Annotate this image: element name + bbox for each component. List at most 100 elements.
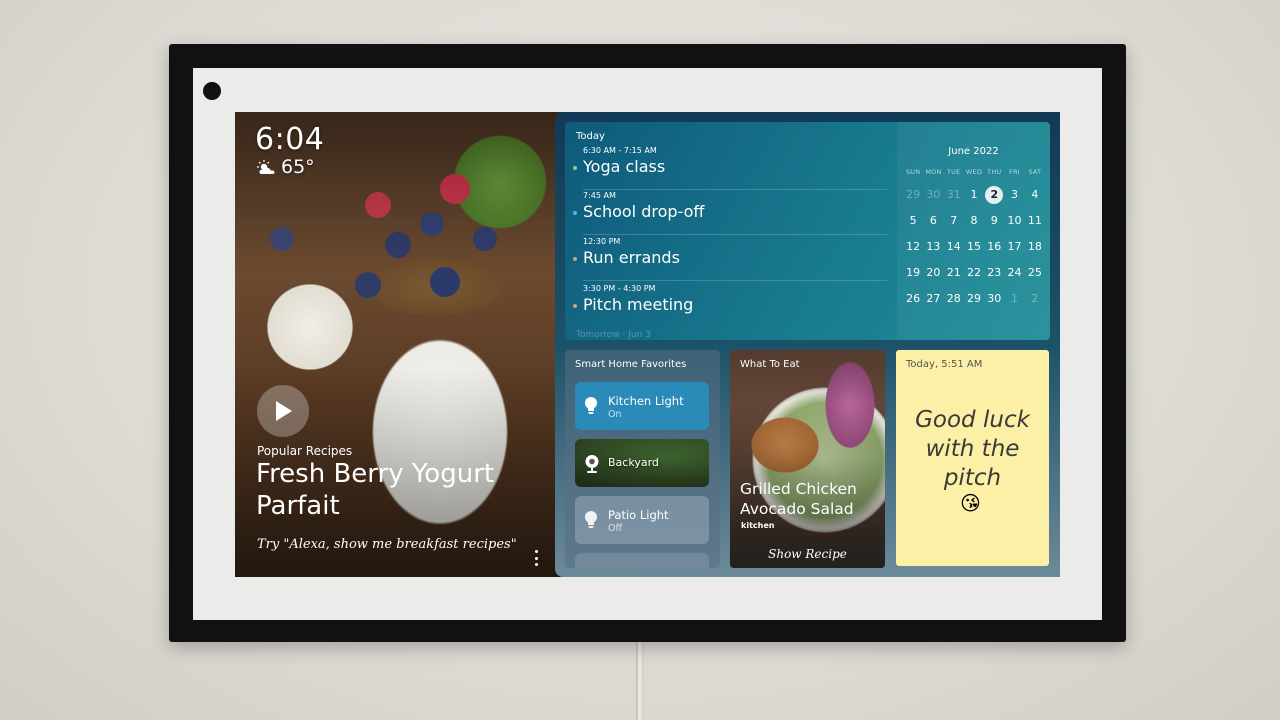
device-name: Backyard xyxy=(608,456,659,469)
weekday-label: FRI xyxy=(1009,168,1020,176)
weather: 65° xyxy=(257,156,315,178)
calendar-day[interactable]: 11 xyxy=(1025,212,1045,230)
weekday-label: WED xyxy=(965,168,983,176)
calendar-day[interactable]: 27 xyxy=(923,290,943,308)
calendar-widget[interactable]: Today 6:30 AM - 7:15 AM Yoga class 7:45 … xyxy=(565,122,1050,340)
calendar-day[interactable]: 30 xyxy=(984,290,1004,308)
smart-home-widget: Smart Home Favorites Kitchen Light On Ba… xyxy=(565,350,720,568)
calendar-day-today[interactable]: 2 xyxy=(984,186,1004,204)
calendar-day[interactable]: 9 xyxy=(984,212,1004,230)
calendar-day[interactable]: 8 xyxy=(964,212,984,230)
light-bulb-icon xyxy=(585,397,597,414)
calendar-day[interactable]: 2 xyxy=(1025,290,1045,308)
calendar-day[interactable]: 28 xyxy=(944,290,964,308)
calendar-day[interactable]: 3 xyxy=(1004,186,1024,204)
event-title: School drop-off xyxy=(583,202,705,221)
calendar-day[interactable]: 15 xyxy=(964,238,984,256)
calendar-day[interactable]: 16 xyxy=(984,238,1004,256)
agenda-event[interactable]: 3:30 PM - 4:30 PM Pitch meeting xyxy=(573,282,887,327)
device-tile-backyard-camera[interactable]: Backyard xyxy=(575,439,709,487)
event-time: 7:45 AM xyxy=(583,191,616,200)
recipe-source-brand: kitchen xyxy=(741,521,775,530)
temperature: 65° xyxy=(281,156,315,178)
power-cable xyxy=(636,640,644,720)
weekday-label: SUN xyxy=(905,168,921,176)
agenda-event[interactable]: 6:30 AM - 7:15 AM Yoga class xyxy=(573,144,887,190)
calendar-day[interactable]: 13 xyxy=(923,238,943,256)
event-color-dot xyxy=(573,257,577,261)
agenda-today-label: Today xyxy=(576,131,605,142)
calendar-week-row: 12 13 14 15 16 17 18 xyxy=(903,238,1045,256)
what-to-eat-widget[interactable]: What To Eat Grilled Chicken Avocado Sala… xyxy=(730,350,885,568)
calendar-day[interactable]: 26 xyxy=(903,290,923,308)
event-color-dot xyxy=(573,211,577,215)
more-options-button[interactable] xyxy=(531,550,541,566)
calendar-day[interactable]: 5 xyxy=(903,212,923,230)
device-tile-more[interactable] xyxy=(575,553,709,568)
what-to-eat-label: What To Eat xyxy=(740,359,800,370)
agenda-event[interactable]: 7:45 AM School drop-off xyxy=(573,189,887,235)
device-name: Kitchen Light xyxy=(608,394,684,408)
calendar-day[interactable]: 4 xyxy=(1025,186,1045,204)
calendar-day[interactable]: 23 xyxy=(984,264,1004,282)
smart-home-title: Smart Home Favorites xyxy=(575,359,687,370)
recipe-category: Popular Recipes xyxy=(257,444,353,458)
event-time: 12:30 PM xyxy=(583,237,621,246)
voice-hint: Try "Alexa, show me breakfast recipes" xyxy=(257,537,517,552)
sticky-note-widget[interactable]: Today, 5:51 AM Good luck with the pitch … xyxy=(896,350,1049,566)
calendar-day[interactable]: 24 xyxy=(1004,264,1024,282)
device-tile-kitchen-light[interactable]: Kitchen Light On xyxy=(575,382,709,430)
calendar-day[interactable]: 1 xyxy=(964,186,984,204)
event-title: Run errands xyxy=(583,248,680,267)
calendar-day[interactable]: 31 xyxy=(944,186,964,204)
calendar-day[interactable]: 29 xyxy=(903,186,923,204)
calendar-day[interactable]: 20 xyxy=(923,264,943,282)
calendar-week-row: 29 30 31 1 2 3 4 xyxy=(903,186,1045,204)
device-state: Off xyxy=(608,523,623,534)
calendar-day[interactable]: 10 xyxy=(1004,212,1024,230)
month-calendar: June 2022 SUN MON TUE WED THU FRI SAT 29… xyxy=(897,122,1050,340)
event-time: 3:30 PM - 4:30 PM xyxy=(583,284,656,293)
calendar-day[interactable]: 18 xyxy=(1025,238,1045,256)
event-color-dot xyxy=(573,166,577,170)
suggested-recipe-title: Grilled Chicken Avocado Salad xyxy=(740,480,857,518)
camera-icon xyxy=(585,455,599,473)
agenda-next-day-label: Tomorrow · Jun 3 xyxy=(576,330,651,340)
device-state: On xyxy=(608,409,622,420)
calendar-week-row: 19 20 21 22 23 24 25 xyxy=(903,264,1045,282)
calendar-day[interactable]: 7 xyxy=(944,212,964,230)
play-icon xyxy=(276,401,292,421)
calendar-week-row: 5 6 7 8 9 10 11 xyxy=(903,212,1045,230)
event-title: Pitch meeting xyxy=(583,295,694,314)
calendar-day[interactable]: 14 xyxy=(944,238,964,256)
calendar-day[interactable]: 21 xyxy=(944,264,964,282)
event-title: Yoga class xyxy=(583,157,666,176)
calendar-day[interactable]: 25 xyxy=(1025,264,1045,282)
device-name: Patio Light xyxy=(608,508,669,522)
calendar-day[interactable]: 30 xyxy=(923,186,943,204)
weekday-label: SAT xyxy=(1028,168,1042,176)
note-text: Good luck with the pitch xyxy=(915,407,1030,491)
weekday-label: TUE xyxy=(946,168,961,176)
calendar-day[interactable]: 17 xyxy=(1004,238,1024,256)
camera-lens-icon xyxy=(203,82,221,100)
event-time: 6:30 AM - 7:15 AM xyxy=(583,146,657,155)
dot-icon xyxy=(534,563,538,566)
recipe-hero[interactable]: 6:04 65° Popular Recipes Fresh Berry Yog… xyxy=(235,112,560,577)
play-button[interactable] xyxy=(257,385,309,437)
weekday-label: THU xyxy=(987,168,1002,176)
agenda-event[interactable]: 12:30 PM Run errands xyxy=(573,235,887,281)
calendar-day[interactable]: 29 xyxy=(964,290,984,308)
kissing-face-emoji-icon: 😘 xyxy=(960,491,981,515)
recipe-title[interactable]: Fresh Berry Yogurt Parfait xyxy=(256,458,516,522)
device-tile-patio-light[interactable]: Patio Light Off xyxy=(575,496,709,544)
show-recipe-button[interactable]: Show Recipe xyxy=(730,540,885,568)
light-bulb-icon xyxy=(585,511,597,528)
calendar-day[interactable]: 22 xyxy=(964,264,984,282)
calendar-day[interactable]: 1 xyxy=(1004,290,1024,308)
calendar-day[interactable]: 19 xyxy=(903,264,923,282)
calendar-day[interactable]: 12 xyxy=(903,238,923,256)
eat-card-shade xyxy=(730,350,885,568)
calendar-day[interactable]: 6 xyxy=(923,212,943,230)
event-color-dot xyxy=(573,304,577,308)
